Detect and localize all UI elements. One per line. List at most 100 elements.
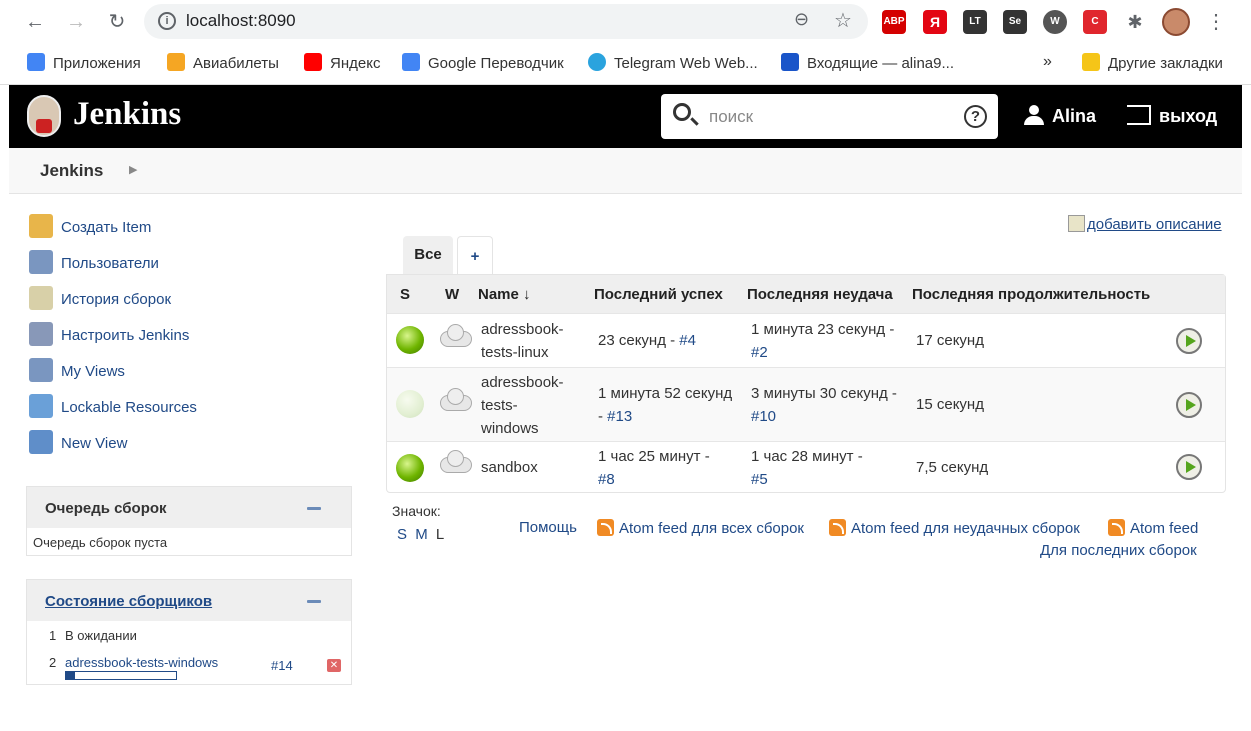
icon-size-m[interactable]: M <box>415 526 428 543</box>
wordpress-icon[interactable]: W <box>1043 10 1067 34</box>
search-icon <box>673 103 691 121</box>
task-new-item[interactable]: Создать Item <box>29 214 151 240</box>
status-pending-icon[interactable] <box>396 390 424 418</box>
column-last-success[interactable]: Последний успех <box>594 286 723 303</box>
column-last-duration[interactable]: Последняя продолжительность <box>912 286 1150 303</box>
last-success: 1 минута 52 секунд - #13 <box>598 385 733 425</box>
users-icon <box>29 250 53 274</box>
job-link[interactable]: sandbox <box>481 456 538 479</box>
bookmark-star-icon[interactable]: ☆ <box>834 8 852 33</box>
task-new-view[interactable]: New View <box>29 430 127 456</box>
feed-failed-link[interactable]: Atom feed для неудачных сборок <box>829 519 1080 537</box>
bookmark-inbox[interactable]: Входящие — alina9... <box>781 53 954 72</box>
task-build-history[interactable]: История сборок <box>29 286 171 312</box>
forward-arrow-icon[interactable]: → <box>63 9 89 35</box>
column-weather[interactable]: W <box>445 286 459 303</box>
weather-cloudy-icon <box>438 388 472 411</box>
status-success-icon[interactable] <box>396 454 424 482</box>
icon-size-s[interactable]: S <box>397 526 407 543</box>
task-my-views[interactable]: My Views <box>29 358 125 384</box>
help-link[interactable]: Помощь <box>519 519 577 536</box>
executor-build-link[interactable]: #14 <box>271 658 293 673</box>
feed-all-link[interactable]: Atom feed для всех сборок <box>597 519 804 537</box>
url-text[interactable]: localhost:8090 <box>186 11 296 31</box>
job-link[interactable]: adressbook-tests-windows <box>481 371 564 440</box>
puzzle-extensions-icon[interactable]: ✱ <box>1122 9 1148 35</box>
info-icon[interactable]: i <box>158 12 176 30</box>
task-manage-jenkins[interactable]: Настроить Jenkins <box>29 322 189 348</box>
status-success-icon[interactable] <box>396 326 424 354</box>
user-icon <box>1024 105 1044 125</box>
rss-icon <box>829 519 846 536</box>
table-row: adressbook-tests-linux 23 секунд - #4 1 … <box>387 313 1225 367</box>
bookmark-other[interactable]: Другие закладки <box>1082 53 1223 72</box>
executor-job-link[interactable]: adressbook-tests-windows <box>65 655 218 670</box>
schedule-build-icon[interactable] <box>1176 328 1202 354</box>
last-duration: 7,5 секунд <box>916 459 989 476</box>
logout-icon <box>1127 105 1151 125</box>
column-last-failure[interactable]: Последняя неудача <box>747 286 893 303</box>
bookmark-apps[interactable]: Приложения <box>27 53 141 72</box>
build-link[interactable]: #10 <box>751 408 776 425</box>
languagetool-icon[interactable]: LT <box>963 10 987 34</box>
reload-icon[interactable]: ↻ <box>104 9 130 35</box>
back-arrow-icon[interactable]: ← <box>22 9 48 35</box>
column-name[interactable]: Name ↓ <box>478 286 531 303</box>
bookmark-aviabilety[interactable]: Авиабилеты <box>167 53 279 72</box>
executors-panel: Состояние сборщиков 1 В ожидании 2 adres… <box>26 579 352 685</box>
logout-link[interactable]: выход <box>1127 105 1217 127</box>
telegram-icon <box>588 53 606 71</box>
weather-cloudy-icon <box>438 450 472 473</box>
translate-icon <box>402 53 420 71</box>
collapse-icon[interactable] <box>307 507 321 510</box>
help-icon[interactable]: ? <box>964 105 987 128</box>
browser-menu-icon[interactable]: ⋮ <box>1203 9 1229 35</box>
jenkins-logo-icon[interactable] <box>27 95 61 137</box>
folder-new-icon <box>29 214 53 238</box>
collapse-icon[interactable] <box>307 600 321 603</box>
icon-size-selector: S M L <box>397 526 444 543</box>
last-duration: 15 секунд <box>916 396 984 413</box>
apps-grid-icon <box>27 53 45 71</box>
bookmark-yandex[interactable]: Яндекс <box>304 53 380 72</box>
mail-icon <box>781 53 799 71</box>
breadcrumb-jenkins[interactable]: Jenkins <box>40 161 103 181</box>
jenkins-header: Jenkins ? Alina выход <box>9 85 1242 148</box>
tab-all[interactable]: Все <box>403 236 453 274</box>
schedule-build-icon[interactable] <box>1176 392 1202 418</box>
task-lockable-resources[interactable]: Lockable Resources <box>29 394 197 420</box>
icon-size-label: Значок: <box>392 503 441 519</box>
schedule-build-icon[interactable] <box>1176 454 1202 480</box>
extension-c-icon[interactable]: C <box>1083 10 1107 34</box>
tab-add-view[interactable]: + <box>457 236 493 274</box>
profile-avatar[interactable] <box>1162 8 1190 36</box>
executors-title[interactable]: Состояние сборщиков <box>27 580 351 621</box>
build-link[interactable]: #2 <box>751 344 768 361</box>
breadcrumb-arrow-icon[interactable]: ▶ <box>129 163 137 176</box>
address-bar[interactable]: i localhost:8090 ⊖ ☆ <box>144 4 868 39</box>
column-status[interactable]: S <box>400 286 410 303</box>
bookmark-telegram[interactable]: Telegram Web Web... <box>588 53 758 72</box>
build-link[interactable]: #8 <box>598 471 615 488</box>
yandex-icon[interactable]: Я <box>923 10 947 34</box>
bookmarks-more[interactable]: » <box>1043 53 1052 71</box>
task-people[interactable]: Пользователи <box>29 250 159 276</box>
add-description-link[interactable]: добавить описание <box>1068 215 1222 233</box>
zoom-icon[interactable]: ⊖ <box>794 9 809 30</box>
build-link[interactable]: #4 <box>679 332 696 349</box>
build-link[interactable]: #5 <box>751 471 768 488</box>
build-link[interactable]: #13 <box>607 408 632 425</box>
stop-build-icon[interactable]: ✕ <box>327 659 341 672</box>
feed-latest-link-2[interactable]: Для последних сборок <box>1040 542 1197 559</box>
search-input[interactable] <box>709 104 949 129</box>
user-link[interactable]: Alina <box>1024 105 1096 127</box>
executor-progress-fill <box>66 672 75 679</box>
executor-num: 1 <box>49 628 57 643</box>
jenkins-title[interactable]: Jenkins <box>73 96 181 133</box>
bookmark-google-translate[interactable]: Google Переводчик <box>402 53 564 72</box>
job-link[interactable]: adressbook-tests-linux <box>481 318 564 364</box>
rss-icon <box>597 519 614 536</box>
feed-latest-link[interactable]: Atom feed <box>1108 519 1198 537</box>
selenium-icon[interactable]: Se <box>1003 10 1027 34</box>
adblock-icon[interactable]: ABP <box>882 10 906 34</box>
